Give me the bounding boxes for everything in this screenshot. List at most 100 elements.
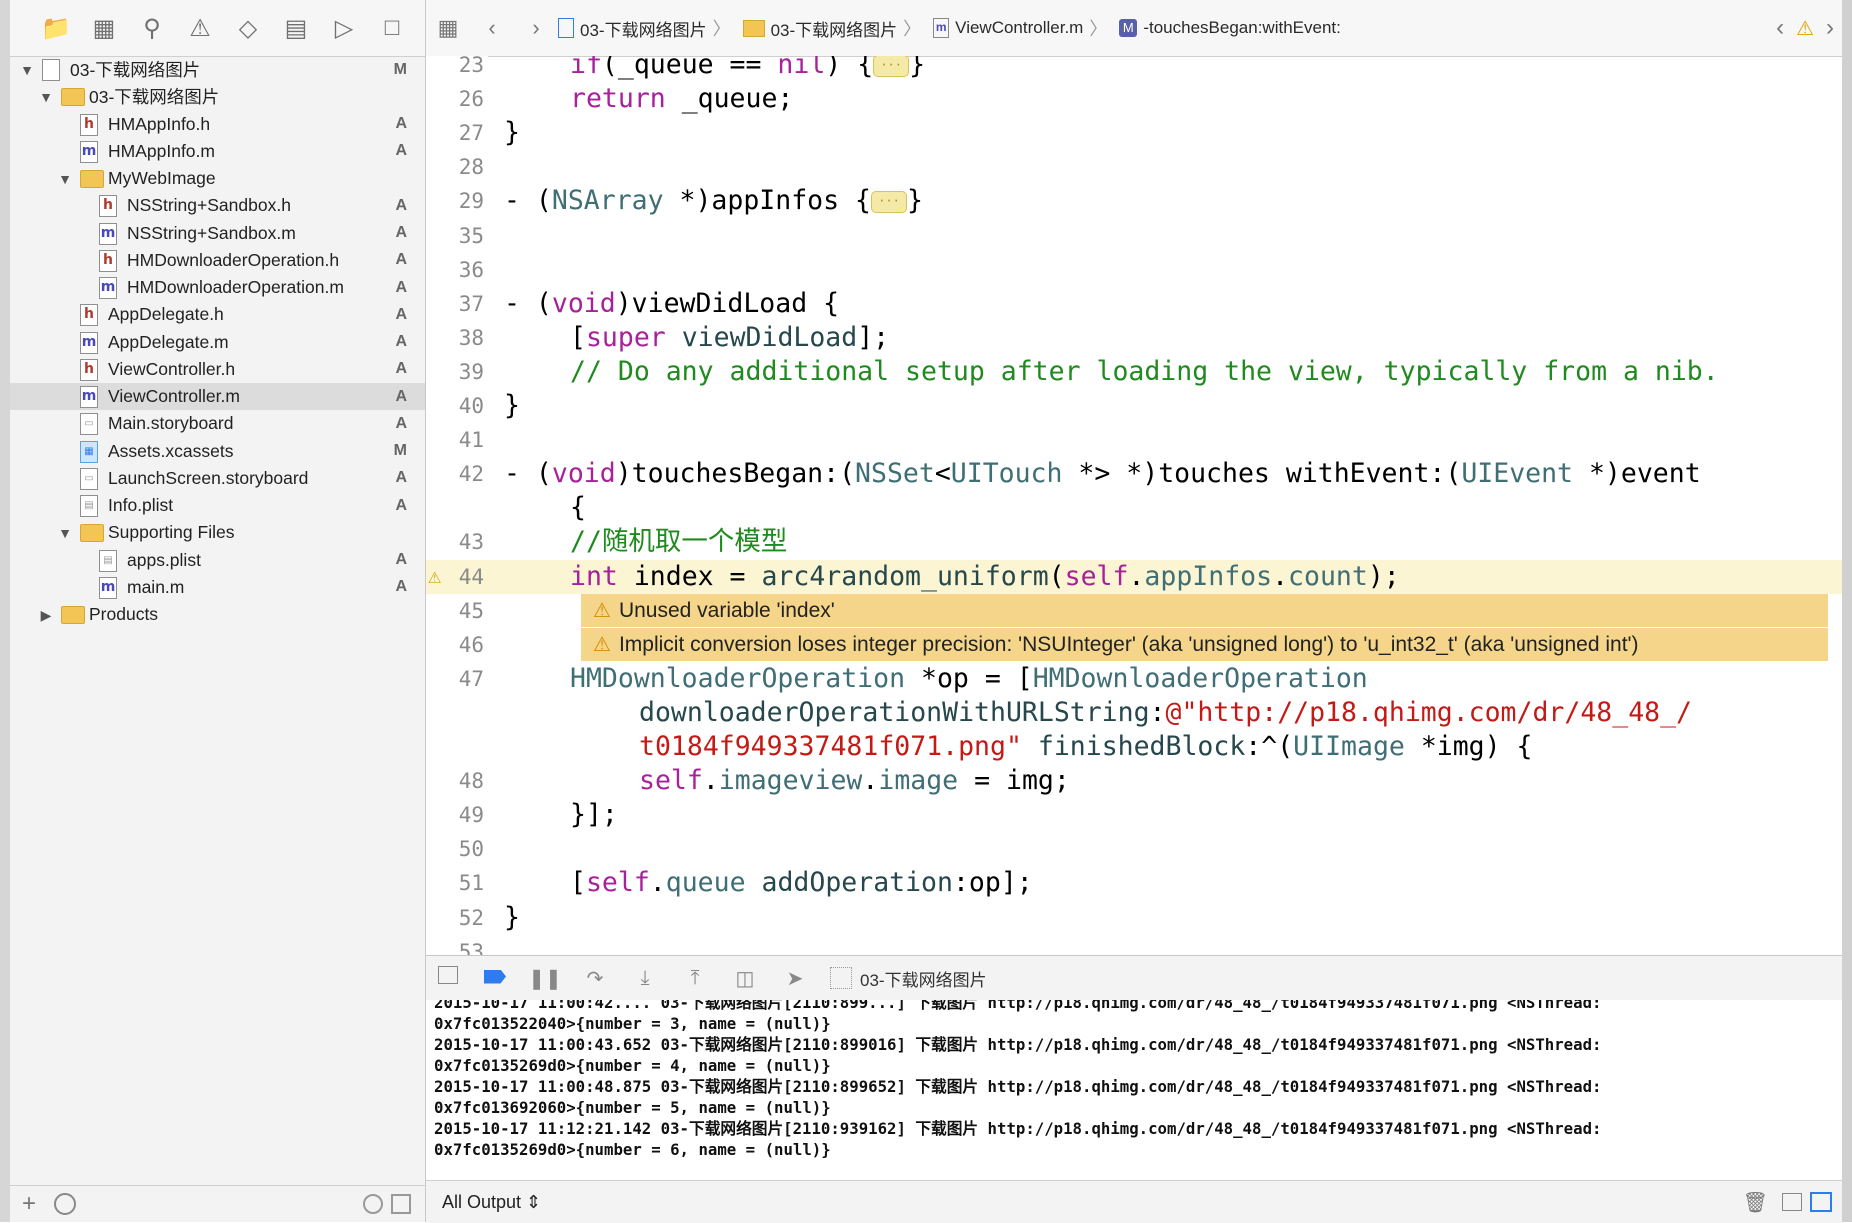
code-line[interactable]: 44 ⚠ int index = arc4random_uniform(self.a… [426, 559, 1842, 594]
code-line[interactable]: 29 - (NSArray *)appInfos {···} [426, 184, 1842, 218]
tree-item[interactable]: h NSString+Sandbox.h A [10, 192, 425, 219]
tree-item[interactable]: h HMAppInfo.h A [10, 111, 425, 138]
previous-issue-chevron-icon[interactable]: ‹ [1776, 14, 1784, 42]
code-line[interactable]: 51 [self.queue addOperation:op]; [426, 866, 1842, 900]
code-line[interactable]: 37 - (void)viewDidLoad { [426, 287, 1842, 321]
code-line[interactable]: 39 // Do any additional setup after loadi… [426, 355, 1842, 389]
code-line[interactable]: { [426, 491, 1842, 525]
tree-item[interactable]: m HMAppInfo.m A [10, 138, 425, 165]
code-line[interactable]: 41 [426, 423, 1842, 457]
tree-item[interactable]: m main.m A [10, 574, 425, 601]
add-file-plus-icon[interactable]: + [22, 1190, 36, 1218]
show-console-view-icon[interactable] [1810, 1192, 1832, 1212]
tree-item-label: 03-下载网络图片 [70, 60, 201, 81]
disclosure-closed-icon[interactable]: ▶ [39, 608, 53, 622]
filter-circle-icon[interactable] [54, 1193, 77, 1215]
tree-item-label: ViewController.h [108, 358, 236, 379]
step-into-icon[interactable]: ⤓ [620, 967, 670, 990]
code-line[interactable]: 28 [426, 150, 1842, 184]
tree-item[interactable]: h HMDownloaderOperation.h A [10, 247, 425, 274]
breadcrumb-method[interactable]: M -touchesBegan:withEvent: [1119, 18, 1341, 38]
disclosure-open-icon[interactable]: ▼ [20, 63, 34, 77]
code-line[interactable]: 42 - (void)touchesBegan:(NSSet<UITouch *>… [426, 457, 1842, 491]
code-line[interactable]: 36 [426, 253, 1842, 287]
breadcrumb-project[interactable]: 03-下载网络图片 〉 [558, 15, 737, 41]
code-line[interactable]: 50 [426, 832, 1842, 866]
issue-navigator-warning-icon[interactable]: ⚠ [176, 8, 224, 48]
tree-item[interactable]: ▭ Main.storyboard A [10, 410, 425, 437]
tree-item[interactable]: ▼ 03-下载网络图片 [10, 83, 425, 110]
code-line[interactable]: 40} [426, 389, 1842, 423]
tree-item[interactable]: ▭ LaunchScreen.storyboard A [10, 465, 425, 492]
code-line[interactable]: 48 self.imageview.image = img; [426, 764, 1842, 798]
code-line[interactable]: t0184f949337481f071.png" finishedBlock:^… [426, 730, 1842, 764]
related-items-grid-icon[interactable]: ▦ [426, 15, 470, 41]
pause-icon[interactable]: ❚❚ [520, 966, 570, 991]
debug-navigator-icon[interactable]: ▤ [272, 8, 320, 48]
tree-item[interactable]: ▤ Info.plist A [10, 492, 425, 519]
back-chevron-icon[interactable]: ‹ [470, 15, 514, 41]
tree-item[interactable]: ▼ 03-下载网络图片 M [10, 56, 425, 83]
tree-item[interactable]: ▶ Products [10, 601, 425, 628]
tree-item[interactable]: m AppDelegate.m A [10, 329, 425, 356]
disclosure-open-icon[interactable]: ▼ [39, 90, 53, 104]
warning-text: Unused variable 'index' [618, 598, 835, 622]
forward-chevron-icon[interactable]: › [514, 15, 558, 41]
code-line[interactable]: 49}]; [426, 798, 1842, 832]
recent-files-clock-icon[interactable] [363, 1194, 383, 1214]
view-hierarchy-icon[interactable]: ◫ [720, 966, 770, 991]
code-line[interactable]: 26 return _queue; [426, 82, 1842, 116]
show-variables-view-icon[interactable] [1782, 1193, 1802, 1211]
inline-warning-message[interactable]: ⚠ Implicit conversion loses integer preci… [581, 627, 1828, 661]
code-line[interactable]: 45 ⚠ Unused variable 'index' [426, 593, 1842, 628]
disclosure-open-icon[interactable]: ▼ [58, 172, 72, 186]
simulate-location-icon[interactable]: ➤ [770, 966, 820, 991]
report-navigator-icon[interactable]: □ [368, 8, 416, 48]
code-line[interactable]: 52} [426, 901, 1842, 935]
tree-item[interactable]: m ViewController.m A [10, 383, 425, 411]
step-out-icon[interactable]: ⤒ [670, 967, 720, 990]
code-line[interactable]: 38 [super viewDidLoad]; [426, 321, 1842, 355]
output-filter-select[interactable]: All Output ⇕ [442, 1192, 541, 1213]
code-area[interactable]: 23 if(_queue == nil) {···} 26 return _queue… [426, 56, 1842, 955]
tree-item[interactable]: m HMDownloaderOperation.m A [10, 274, 425, 301]
code-line[interactable]: 23 if(_queue == nil) {···} [426, 56, 1842, 82]
test-navigator-diamond-icon[interactable]: ◇ [224, 8, 272, 48]
code-line[interactable]: downloaderOperationWithURLString:@"http:… [426, 696, 1842, 730]
next-issue-chevron-icon[interactable]: › [1826, 14, 1834, 42]
hide-debug-area-icon[interactable] [426, 966, 470, 990]
inline-warning-message[interactable]: ⚠ Unused variable 'index' [581, 593, 1828, 627]
code-line[interactable]: 27} [426, 116, 1842, 150]
issue-warning-icon[interactable]: ⚠ [1796, 16, 1814, 41]
tree-item[interactable]: ▤ apps.plist A [10, 547, 425, 574]
line-number: 39 [458, 359, 484, 384]
code-text: [super viewDidLoad]; [570, 321, 890, 353]
code-line[interactable]: 43 //随机取一个模型 [426, 525, 1842, 559]
code-line[interactable]: 53 [426, 935, 1842, 955]
project-navigator-folder-icon[interactable]: 📁 [32, 8, 80, 48]
tree-item[interactable]: ▼ MyWebImage [10, 165, 425, 192]
clear-console-trash-icon[interactable]: 🗑 [1743, 1190, 1768, 1215]
tree-item[interactable]: h AppDelegate.h A [10, 301, 425, 328]
tree-item-label: HMAppInfo.h [108, 113, 211, 134]
disclosure-open-icon[interactable]: ▼ [58, 526, 72, 540]
find-navigator-search-icon[interactable]: ⚲ [128, 8, 176, 48]
breadcrumb-file[interactable]: m ViewController.m 〉 [933, 15, 1113, 41]
folder-icon [80, 524, 104, 543]
step-over-icon[interactable]: ↷ [570, 966, 620, 991]
breakpoints-toggle-icon[interactable] [470, 967, 520, 990]
breadcrumb-group[interactable]: 03-下载网络图片 〉 [742, 15, 928, 41]
tree-item[interactable]: h ViewController.h A [10, 356, 425, 383]
tree-item[interactable]: m NSString+Sandbox.m A [10, 220, 425, 247]
code-line[interactable]: 46 ⚠ Implicit conversion loses integer pre… [426, 627, 1842, 662]
code-line[interactable]: 47 HMDownloaderOperation *op = [HMDownloa… [426, 662, 1842, 696]
symbol-navigator-icon[interactable]: ▦ [80, 8, 128, 48]
tree-item[interactable]: ▦ Assets.xcassets M [10, 438, 425, 465]
scm-status-filter-icon[interactable] [391, 1194, 411, 1214]
code-line[interactable]: 35 [426, 219, 1842, 253]
gutter-warning-icon[interactable]: ⚠ [428, 560, 441, 594]
breakpoint-navigator-icon[interactable]: ▷ [320, 8, 368, 48]
console-output[interactable]: 2015-10-17 11:00:42.... 03-下载网络图片[2110:8… [426, 1000, 1842, 1180]
tree-item-label: HMDownloaderOperation.h [127, 249, 340, 270]
tree-item[interactable]: ▼ Supporting Files [10, 519, 425, 546]
